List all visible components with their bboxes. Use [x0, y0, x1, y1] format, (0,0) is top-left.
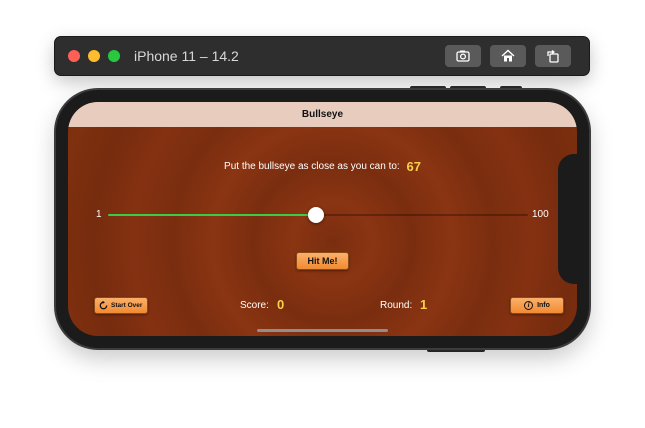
target-label: Put the bullseye as close as you can to:: [224, 161, 400, 172]
nav-title: Bullseye: [301, 109, 344, 120]
app-screen: Bullseye Put the bullseye as close as yo…: [68, 102, 577, 336]
maximize-window-button[interactable]: [108, 50, 120, 62]
score-value: 0: [277, 297, 285, 312]
round-value: 1: [420, 297, 428, 312]
simulator-toolbar: iPhone 11 – 14.2: [55, 37, 589, 75]
score-label: Score:: [240, 300, 269, 311]
target-instruction: Put the bullseye as close as you can to:…: [68, 159, 577, 174]
slider-thumb[interactable]: [307, 207, 324, 223]
round-label: Round:: [380, 300, 413, 311]
home-indicator[interactable]: [257, 329, 388, 332]
hit-me-button[interactable]: Hit Me!: [296, 252, 349, 270]
navigation-bar: Bullseye: [68, 102, 577, 127]
home-icon: [501, 49, 515, 62]
restart-icon: [99, 300, 108, 310]
info-button[interactable]: i Info: [510, 297, 564, 314]
slider-max-label: 100: [532, 209, 549, 220]
target-value: 67: [406, 159, 421, 174]
home-button[interactable]: [490, 45, 526, 67]
iphone-device: Bullseye Put the bullseye as close as yo…: [56, 90, 589, 348]
minimize-window-button[interactable]: [88, 50, 100, 62]
rotate-button[interactable]: [535, 45, 571, 67]
slider-fill: [108, 214, 316, 216]
screenshot-button[interactable]: [445, 45, 481, 67]
device-notch: [558, 154, 589, 284]
rotate-icon: [547, 50, 559, 63]
simulator-title: iPhone 11 – 14.2: [134, 48, 239, 64]
slider[interactable]: [108, 207, 528, 223]
start-over-label: Start Over: [111, 302, 143, 309]
info-icon: i: [524, 301, 534, 310]
info-label: Info: [537, 302, 550, 309]
close-window-button[interactable]: [68, 50, 80, 62]
screenshot-icon: [456, 50, 470, 62]
start-over-button[interactable]: Start Over: [94, 297, 148, 314]
slider-min-label: 1: [96, 209, 102, 220]
